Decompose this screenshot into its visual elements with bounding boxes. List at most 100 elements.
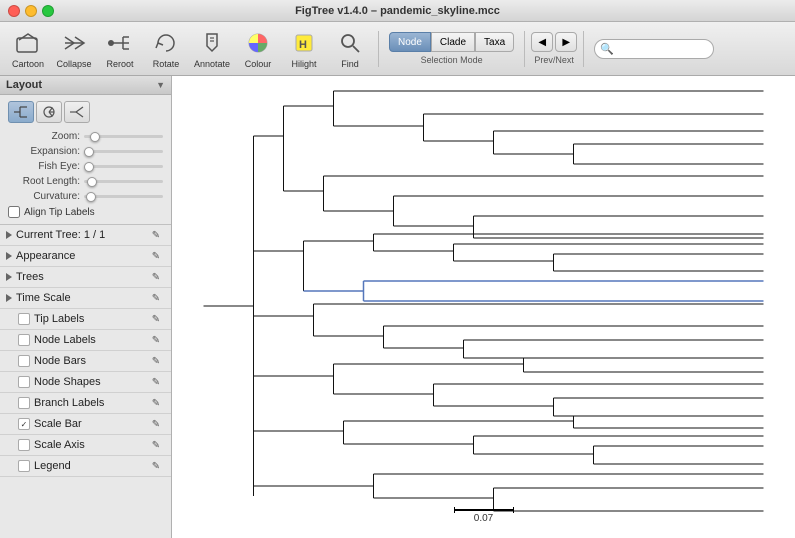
reroot-label: Reroot <box>106 59 133 69</box>
scale-bar-display: 0.07 <box>454 509 514 524</box>
node-bars-label: Node Bars <box>34 355 86 367</box>
layout-diagonal-button[interactable] <box>64 101 90 123</box>
branch-labels-label: Branch Labels <box>34 397 104 409</box>
fisheye-track[interactable] <box>84 165 163 168</box>
tip-labels-item[interactable]: Tip Labels ✎ <box>0 309 171 330</box>
node-sel-button[interactable]: Node <box>389 32 431 52</box>
close-button[interactable] <box>8 5 20 17</box>
search-wrap: 🔍 <box>594 39 714 59</box>
node-bars-check <box>18 355 30 367</box>
legend-settings-icon: ✎ <box>149 459 163 473</box>
appearance-item[interactable]: Appearance ✎ <box>0 246 171 267</box>
selection-buttons: Node Clade Taxa <box>389 32 514 52</box>
fisheye-label: Fish Eye: <box>8 161 80 172</box>
hilight-label: Hilight <box>291 59 316 69</box>
window-controls <box>8 5 54 17</box>
legend-check <box>18 460 30 472</box>
fisheye-thumb[interactable] <box>84 162 94 172</box>
collapse-label: Collapse <box>56 59 91 69</box>
minimize-button[interactable] <box>25 5 37 17</box>
reroot-icon <box>106 29 134 57</box>
legend-label: Legend <box>34 460 71 472</box>
curvature-track[interactable] <box>84 195 163 198</box>
nav-buttons-row: ◀ ▶ <box>531 32 577 52</box>
node-bars-settings-icon: ✎ <box>149 354 163 368</box>
main-content: Layout ▼ <box>0 76 795 538</box>
branch-labels-check <box>18 397 30 409</box>
scale-bar-item[interactable]: Scale Bar ✎ <box>0 414 171 435</box>
curvature-thumb[interactable] <box>86 192 96 202</box>
trees-arrow <box>6 273 12 281</box>
node-labels-settings-icon: ✎ <box>149 333 163 347</box>
layout-rectangular-button[interactable] <box>8 101 34 123</box>
separator-3 <box>583 31 584 67</box>
current-tree-item[interactable]: Current Tree: 1 / 1 ✎ <box>0 225 171 246</box>
layout-header[interactable]: Layout ▼ <box>0 76 171 95</box>
node-shapes-settings-icon: ✎ <box>149 375 163 389</box>
prev-next-label: Prev/Next <box>534 55 574 65</box>
separator-1 <box>378 31 379 67</box>
cartoon-button[interactable]: Cartoon <box>6 25 50 73</box>
cartoon-label: Cartoon <box>12 59 44 69</box>
search-icon: 🔍 <box>600 42 614 55</box>
scale-axis-check <box>18 439 30 451</box>
rootlength-thumb[interactable] <box>87 177 97 187</box>
rootlength-track[interactable] <box>84 180 163 183</box>
rotate-button[interactable]: Rotate <box>144 25 188 73</box>
zoom-label: Zoom: <box>8 131 80 142</box>
current-tree-settings-icon: ✎ <box>149 228 163 242</box>
expansion-row: Expansion: <box>8 146 163 157</box>
layout-icons <box>8 101 163 123</box>
align-tip-labels-text: Align Tip Labels <box>24 207 95 218</box>
time-scale-item[interactable]: Time Scale ✎ <box>0 288 171 309</box>
maximize-button[interactable] <box>42 5 54 17</box>
zoom-track[interactable] <box>84 135 163 138</box>
current-tree-label: Current Tree: 1 / 1 <box>16 229 105 241</box>
scale-axis-settings-icon: ✎ <box>149 438 163 452</box>
tip-labels-check <box>18 313 30 325</box>
trees-item[interactable]: Trees ✎ <box>0 267 171 288</box>
phylogenetic-tree: .tree-line { stroke: #111; stroke-width:… <box>172 76 795 538</box>
svg-text:H: H <box>299 39 307 51</box>
scale-axis-item[interactable]: Scale Axis ✎ <box>0 435 171 456</box>
curvature-row: Curvature: <box>8 191 163 202</box>
branch-labels-item[interactable]: Branch Labels ✎ <box>0 393 171 414</box>
prev-button[interactable]: ◀ <box>531 32 553 52</box>
collapse-button[interactable]: Collapse <box>52 25 96 73</box>
find-icon <box>336 29 364 57</box>
find-button[interactable]: Find <box>328 25 372 73</box>
reroot-button[interactable]: Reroot <box>98 25 142 73</box>
layout-arrow: ▼ <box>156 80 165 90</box>
expansion-track[interactable] <box>84 150 163 153</box>
current-tree-arrow <box>6 231 12 239</box>
separator-2 <box>524 31 525 67</box>
zoom-row: Zoom: <box>8 131 163 142</box>
selection-mode-label: Selection Mode <box>421 55 483 65</box>
zoom-thumb[interactable] <box>90 132 100 142</box>
annotate-button[interactable]: Annotate <box>190 25 234 73</box>
layout-polar-button[interactable] <box>36 101 62 123</box>
rootlength-row: Root Length: <box>8 176 163 187</box>
taxa-sel-button[interactable]: Taxa <box>475 32 514 52</box>
find-label: Find <box>341 59 359 69</box>
scale-bar-settings-icon: ✎ <box>149 417 163 431</box>
clade-sel-button[interactable]: Clade <box>431 32 475 52</box>
node-bars-item[interactable]: Node Bars ✎ <box>0 351 171 372</box>
align-tip-labels-checkbox[interactable] <box>8 206 20 218</box>
hilight-icon: H <box>290 29 318 57</box>
node-shapes-item[interactable]: Node Shapes ✎ <box>0 372 171 393</box>
prev-next: ◀ ▶ Prev/Next <box>531 32 577 65</box>
tip-labels-settings-icon: ✎ <box>149 312 163 326</box>
scale-value: 0.07 <box>474 513 493 524</box>
colour-icon <box>244 29 272 57</box>
tree-view[interactable]: .tree-line { stroke: #111; stroke-width:… <box>172 76 795 538</box>
appearance-arrow <box>6 252 12 260</box>
legend-item[interactable]: Legend ✎ <box>0 456 171 477</box>
node-labels-item[interactable]: Node Labels ✎ <box>0 330 171 351</box>
hilight-button[interactable]: H Hilight <box>282 25 326 73</box>
next-button[interactable]: ▶ <box>555 32 577 52</box>
tip-labels-label: Tip Labels <box>34 313 84 325</box>
expansion-thumb[interactable] <box>84 147 94 157</box>
colour-button[interactable]: Colour <box>236 25 280 73</box>
time-scale-arrow <box>6 294 12 302</box>
